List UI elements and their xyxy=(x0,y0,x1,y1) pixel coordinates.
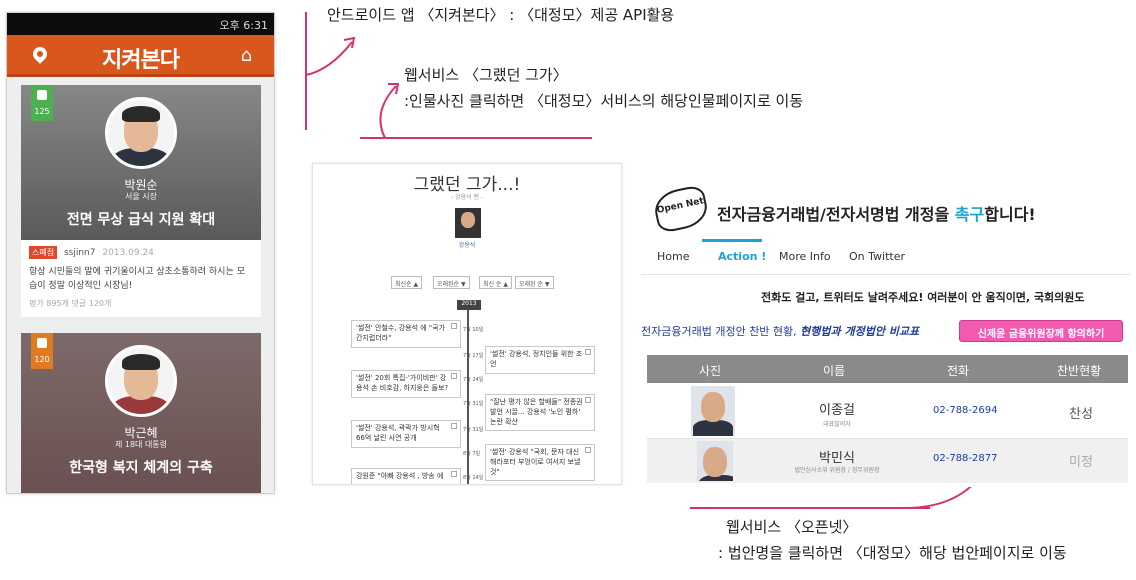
comparison-link[interactable]: 현행법과 개정법안 비교표 xyxy=(800,325,919,338)
web-service-opennet: Open Net 전자금융거래법/전자서명법 개정을 촉구합니다! Home A… xyxy=(641,177,1130,487)
filter-button[interactable]: 오래된 순 ▼ xyxy=(515,276,554,289)
card-photo-area: 120 박근혜 제 18대 대통령 한국형 복지 체계의 구축 xyxy=(21,333,261,493)
table-row[interactable]: 박민식 법안심사소위 위원장 / 정무위원장 02-788-2877 미정 xyxy=(647,439,1128,483)
timeline-event[interactable]: '썰전' 강용석, 곽곽가 방시혁 66억 날린 사연 공개 xyxy=(351,420,461,448)
legislator-photo[interactable] xyxy=(697,441,733,481)
event-text: '썰전' 20회 특집-'가이비판' 강용석 손 비호감, 하지웅은 들보? xyxy=(356,374,449,392)
event-text: 강원준 "아빠 강용석 , 방송 에 .. xyxy=(356,472,444,484)
legislator-phone[interactable]: 02-788-2877 xyxy=(933,453,997,464)
annotation-top: 안드로이드 앱 〈지켜본다〉 : 〈대정모〉제공 API활용 xyxy=(327,6,675,24)
annotation-bottom-2: : 법안명을 클릭하면 〈대정모〉해당 법안페이지로 이동 xyxy=(718,544,1067,562)
event-text: '썰전' 강용석, 곽곽가 방시혁 66억 날린 사연 공개 xyxy=(356,424,440,442)
nav-action[interactable]: Action ! xyxy=(718,250,766,263)
filter-button[interactable]: 오래된순 ▼ xyxy=(433,276,470,289)
event-text: '썰전' 강용석, 정치인들 위한 조언 xyxy=(490,350,583,368)
active-tab-underline xyxy=(702,239,762,242)
table-header: 사진 이름 전화 찬반현황 xyxy=(647,355,1128,383)
annotation-bottom-1: 웹서비스 〈오픈넷〉 xyxy=(726,518,858,536)
app-bar: 지켜본다 ⌂ xyxy=(7,35,274,77)
timeline-event[interactable]: '썰전' 강용석 "국회, 문자 대신 해라포터 부엉이로 여서지 보낼 것" xyxy=(485,444,595,482)
filter-button[interactable]: 최신 순 ▲ xyxy=(479,276,512,289)
status-text: 전자금융거래법 개정안 찬반 현황, xyxy=(641,325,801,338)
opennet-logo[interactable]: Open Net xyxy=(651,184,711,234)
protest-button[interactable]: 신제윤 금융위원장께 항의하기 xyxy=(959,320,1123,342)
legislator-phone[interactable]: 02-788-2694 xyxy=(933,405,997,416)
avatar[interactable] xyxy=(105,97,177,169)
event-date: 8월 14일 xyxy=(463,475,484,481)
timeline-event[interactable]: 강원준 "아빠 강용석 , 방송 에 .. xyxy=(351,468,461,484)
nav-bar: Home Action ! More Info On Twitter xyxy=(641,239,1130,275)
politician-card-2[interactable]: 120 박근혜 제 18대 대통령 한국형 복지 체계의 구축 xyxy=(21,333,261,493)
timeline-year: 2013 xyxy=(457,300,481,310)
legislator-photo[interactable] xyxy=(691,386,735,436)
legislator-name[interactable]: 박민식 xyxy=(777,447,897,466)
annotation-middle-2: :인물사진 클릭하면 〈대정모〉서비스의 해당인물페이지로 이동 xyxy=(404,92,804,110)
home-icon[interactable]: ⌂ xyxy=(241,45,252,66)
web-service-timeline: 그랬던 그가...! - 강용석 편 - 강용석 최신순 ▲ 오래된순 ▼ 최신… xyxy=(312,163,622,485)
timeline-event[interactable]: '썰전' 강용석, 정치인들 위한 조언 xyxy=(485,346,595,374)
call-to-action-banner: 전화도 걸고, 트위터도 날려주세요! 여러분이 안 움직이면, 국회의원도 xyxy=(761,291,1085,304)
comment-body: 항상 시민들의 말에 귀기울이시고 상초소통하려 하시는 모습이 정말 이상적인… xyxy=(29,267,245,292)
event-date: 8월 7일 xyxy=(463,451,481,457)
legislator-name[interactable]: 이종걸 xyxy=(777,399,897,418)
timeline-event[interactable]: '썰전' 안철수, 강용석 에 "국가 간지럽더라" xyxy=(351,320,461,348)
annotation-middle-1: 웹서비스 〈그랬던 그가〉 xyxy=(404,66,568,84)
vote-ribbon: 125 xyxy=(31,85,53,121)
status-bar: 오후 6:31 xyxy=(7,13,274,35)
event-text: '썰전' 강용석 "국회, 문자 대신 해라포터 부엉이로 여서지 보낼 것" xyxy=(490,448,581,476)
title-highlight: 촉구 xyxy=(954,205,985,224)
filter-button[interactable]: 최신순 ▲ xyxy=(391,276,423,289)
person-name[interactable]: 강용석 xyxy=(313,240,621,249)
legislator-role: 법안심사소위 위원장 / 정무위원장 xyxy=(794,467,880,474)
comment-meta: 스폐점 ssjinn7 2013.09.24 xyxy=(21,240,261,265)
legislator-role: 대표발의자 xyxy=(823,421,851,428)
header-photo: 사진 xyxy=(699,364,722,378)
vote-ribbon: 120 xyxy=(31,333,53,369)
header-name: 이름 xyxy=(823,364,846,378)
comment-date: 2013.09.24 xyxy=(102,248,154,258)
timeline-event[interactable]: "잘난 평가 않은 할배들" 전종권 발언 시끌... 강용석 '노인 폄하' … xyxy=(485,394,595,432)
vote-status: 찬성 xyxy=(1069,407,1093,422)
vote-count: 125 xyxy=(34,107,50,116)
page-subtitle: - 강용석 편 - xyxy=(450,194,484,201)
event-date: 7월 24일 xyxy=(463,377,484,383)
header-phone: 전화 xyxy=(947,364,970,378)
phone-screenshot: 오후 6:31 지켜본다 ⌂ 125 박원순 서울 시장 전면 무상 급식 지원… xyxy=(6,12,275,494)
politician-card-1[interactable]: 125 박원순 서울 시장 전면 무상 급식 지원 확대 스폐점 ssjinn7… xyxy=(21,85,261,317)
title-text-end: 합니다! xyxy=(984,205,1036,224)
politician-role: 제 18대 대통령 xyxy=(114,440,168,449)
nav-on-twitter[interactable]: On Twitter xyxy=(849,250,905,263)
event-date: 7월 31일 xyxy=(463,427,484,433)
thumbs-down-icon xyxy=(37,338,47,348)
avatar[interactable] xyxy=(105,345,177,417)
title-text: 전자금융거래법/전자서명법 개정을 xyxy=(717,205,955,224)
nav-more-info[interactable]: More Info xyxy=(779,250,831,263)
timeline-event[interactable]: '썰전' 20회 특집-'가이비판' 강용석 손 비호감, 하지웅은 들보? xyxy=(351,370,461,398)
event-text: '썰전' 안철수, 강용석 에 "국가 간지럽더라" xyxy=(356,324,446,342)
event-date: 7월 10일 xyxy=(463,327,484,333)
header-status: 찬반현황 xyxy=(1057,364,1102,378)
status-time: 오후 6:31 xyxy=(219,19,268,32)
status-row: 전자금융거래법 개정안 찬반 현황, 현행법과 개정법안 비교표 xyxy=(641,323,919,339)
app-title: 지켜본다 xyxy=(102,48,180,73)
card-photo-area: 125 박원순 서울 시장 전면 무상 급식 지원 확대 xyxy=(21,85,261,240)
user-badge: 스폐점 xyxy=(29,246,58,259)
event-text: "잘난 평가 않은 할배들" 전종권 발언 시끌... 강용석 '노인 폄하' … xyxy=(490,398,583,426)
person-portrait[interactable] xyxy=(455,208,481,238)
event-date: 7월 17일 xyxy=(463,353,484,359)
user-id: ssjinn7 xyxy=(63,248,96,258)
event-date: 7월 31일 xyxy=(463,401,484,407)
campaign-title: 전자금융거래법/전자서명법 개정을 촉구합니다! xyxy=(717,201,1036,225)
pledge-headline: 한국형 복지 체계의 구축 xyxy=(69,460,213,476)
politician-role: 서울 시장 xyxy=(125,192,157,201)
comment-stats: 평가 895개 댓글 120개 xyxy=(29,298,112,308)
vote-status: 미정 xyxy=(1069,455,1093,470)
pledge-headline: 전면 무상 급식 지원 확대 xyxy=(66,212,216,228)
table-row[interactable]: 이종걸 대표발의자 02-788-2694 찬성 xyxy=(647,383,1128,439)
thumbs-up-icon xyxy=(37,90,47,100)
nav-home[interactable]: Home xyxy=(657,250,689,263)
vote-count: 120 xyxy=(34,355,50,364)
